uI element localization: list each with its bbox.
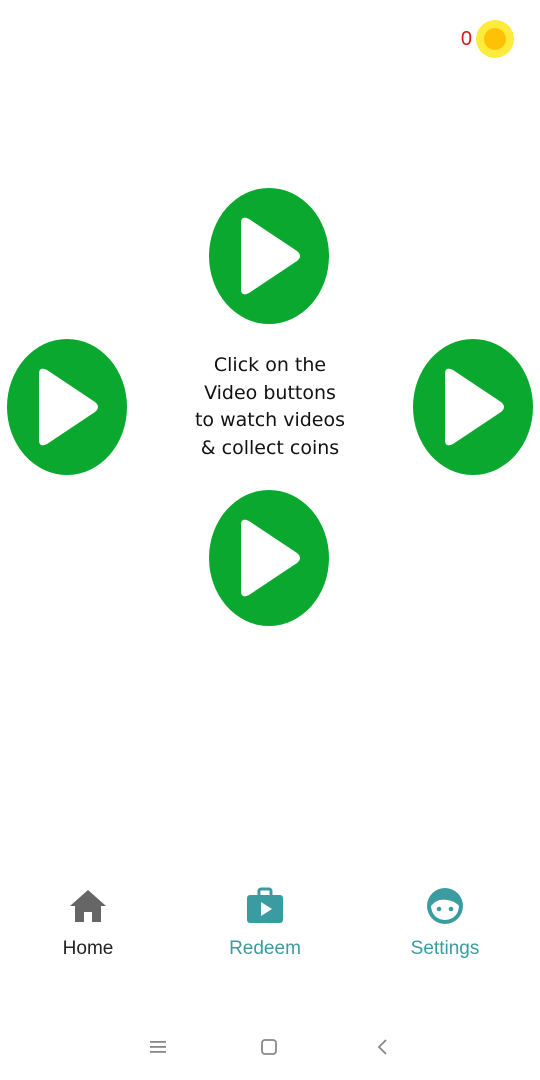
home-icon bbox=[66, 884, 110, 928]
menu-icon[interactable] bbox=[143, 1034, 173, 1060]
system-nav-bar bbox=[0, 1030, 540, 1064]
nav-item-home[interactable]: Home bbox=[18, 884, 158, 960]
play-icon bbox=[445, 368, 504, 446]
instructions-line: Video buttons bbox=[204, 381, 336, 404]
nav-label-settings: Settings bbox=[410, 938, 480, 959]
coin-counter: 0 bbox=[461, 20, 514, 58]
coin-count: 0 bbox=[460, 27, 472, 50]
instructions-line: & collect coins bbox=[200, 436, 340, 459]
play-icon bbox=[39, 368, 98, 446]
nav-item-redeem[interactable]: Redeem bbox=[195, 884, 335, 960]
video-button-bottom[interactable] bbox=[209, 490, 329, 626]
coin-icon bbox=[476, 20, 514, 58]
play-icon bbox=[241, 217, 300, 295]
video-button-left[interactable] bbox=[7, 339, 127, 475]
nav-label-redeem: Redeem bbox=[229, 938, 301, 959]
video-button-top[interactable] bbox=[209, 188, 329, 324]
app-screen: 0 Click on the Video buttons to watch vi… bbox=[0, 0, 540, 1080]
nav-label-home: Home bbox=[62, 938, 114, 959]
play-icon bbox=[241, 519, 300, 597]
instructions-line: Click on the bbox=[213, 354, 327, 376]
face-icon bbox=[423, 884, 467, 928]
home-square-icon[interactable] bbox=[254, 1034, 284, 1060]
back-icon[interactable] bbox=[368, 1034, 398, 1060]
nav-item-settings[interactable]: Settings bbox=[375, 884, 515, 960]
instructions-text: Click on the Video buttons to watch vide… bbox=[160, 352, 380, 462]
video-button-right[interactable] bbox=[413, 339, 533, 475]
redeem-icon bbox=[243, 884, 287, 928]
bottom-nav: Home Redeem Settings bbox=[0, 884, 540, 974]
instructions-line: to watch videos bbox=[194, 409, 346, 431]
